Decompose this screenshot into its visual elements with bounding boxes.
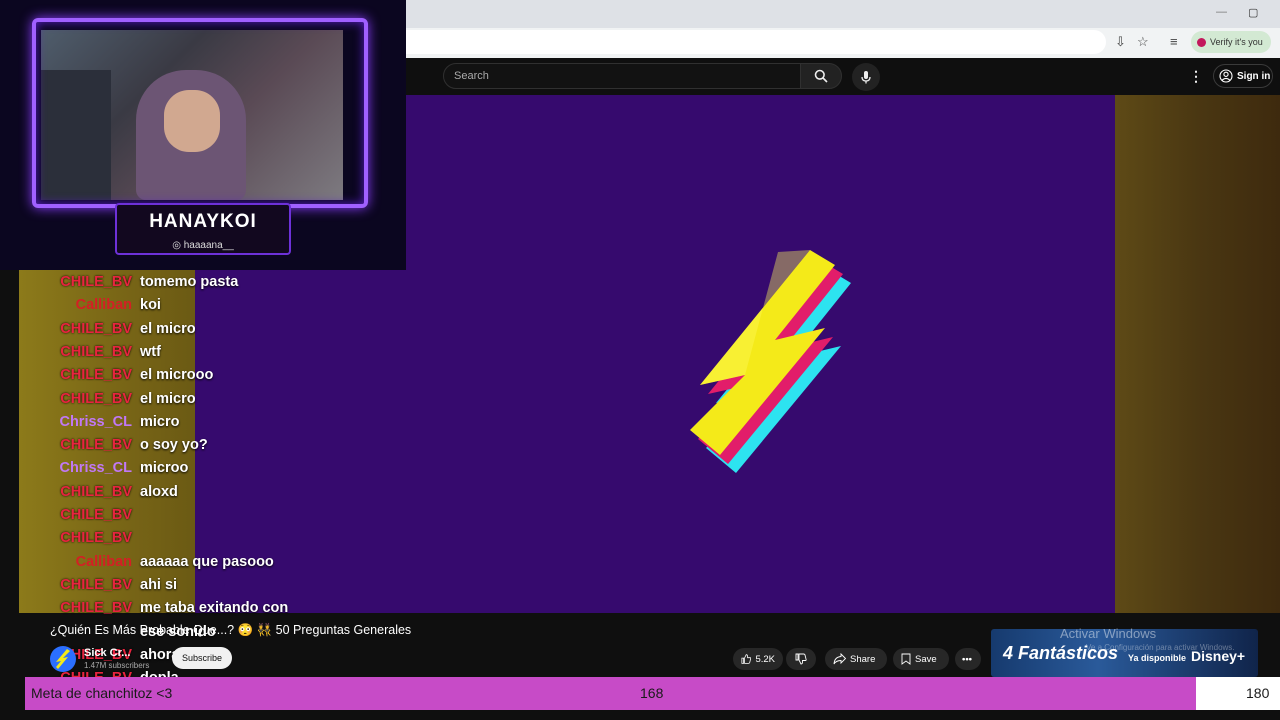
chat-text: el micro bbox=[140, 390, 196, 407]
more-actions-button[interactable]: ••• bbox=[955, 648, 981, 670]
chat-message: Chriss_CL microo bbox=[0, 460, 330, 480]
chat-text: ahi si bbox=[140, 576, 178, 593]
profile-icon bbox=[1197, 37, 1206, 47]
chat-message: CHILE_BV el micro bbox=[0, 391, 330, 411]
chat-username: CHILE_BV bbox=[60, 343, 132, 360]
chat-message: CHILE_BV me taba exitando con bbox=[0, 600, 330, 620]
search-icon bbox=[814, 69, 828, 83]
chat-text: aaaaaa que pasooo bbox=[140, 553, 274, 570]
chat-message: CHILE_BV tomemo pasta bbox=[0, 274, 330, 294]
address-bar[interactable] bbox=[406, 30, 1106, 54]
streamer-name: HANAYKOI bbox=[149, 211, 257, 232]
handle-text: haaaana__ bbox=[183, 240, 234, 251]
chat-text: koi bbox=[140, 297, 161, 314]
install-app-icon[interactable]: ⇩ bbox=[1115, 34, 1126, 50]
chat-username: CHILE_BV bbox=[60, 274, 132, 290]
secondary-video-preview bbox=[1115, 95, 1280, 613]
chat-username: CHILE_BV bbox=[60, 437, 132, 454]
chat-overlay: CHILE_BV tomemo pasta Calliban koi CHILE_BV e… bbox=[0, 270, 340, 680]
chat-text: el micro bbox=[140, 320, 196, 337]
windows-activation-watermark: Activar Windows bbox=[1060, 626, 1157, 641]
chat-username: CHILE_BV bbox=[60, 507, 132, 523]
account-icon bbox=[1219, 69, 1233, 83]
chat-username: CHILE_BV bbox=[60, 530, 132, 547]
thumbs-up-icon bbox=[741, 654, 752, 664]
goal-label: Meta de chanchitoz <3 bbox=[31, 685, 173, 701]
webcam-overlay: HANAYKOI ◎ haaaana__ bbox=[0, 0, 406, 270]
goal-target-value: 180 bbox=[1246, 685, 1270, 701]
share-label: Share bbox=[850, 653, 876, 665]
channel-logo-icon bbox=[56, 649, 70, 669]
browser-tab-strip bbox=[406, 0, 1280, 28]
maximize-icon[interactable]: ▢ bbox=[1248, 6, 1260, 19]
channel-avatar[interactable] bbox=[50, 646, 76, 672]
subscribe-button[interactable]: Subscribe bbox=[172, 647, 232, 669]
chat-message: CHILE_BV bbox=[0, 507, 330, 527]
more-options-icon[interactable]: ⋮ bbox=[1189, 68, 1203, 85]
chat-message: Chriss_CL micro bbox=[0, 414, 330, 434]
chat-text: wtf bbox=[140, 343, 161, 360]
video-title: ¿Quién Es Más Probable Que...? 😳 👯 50 Pr… bbox=[50, 623, 412, 637]
like-button[interactable]: 5.2K bbox=[733, 648, 783, 670]
chat-text: o soy yo? bbox=[140, 437, 208, 454]
chat-message: CHILE_BV el microoo bbox=[0, 367, 330, 387]
chat-username: Calliban bbox=[75, 297, 132, 314]
goal-current-value: 168 bbox=[640, 685, 664, 701]
sign-in-label: Sign in bbox=[1237, 70, 1271, 82]
player-controls-strip bbox=[0, 710, 1280, 720]
chat-text: tomemo pasta bbox=[140, 274, 239, 290]
chat-message: CHILE_BV wtf bbox=[0, 344, 330, 364]
chat-message: CHILE_BV aloxd bbox=[0, 484, 330, 504]
chat-message: Calliban aaaaaa que pasooo bbox=[0, 554, 330, 574]
chat-username: CHILE_BV bbox=[60, 390, 132, 407]
share-icon bbox=[833, 653, 846, 665]
ad-subtitle: Ya disponible bbox=[1128, 653, 1187, 663]
chat-message: CHILE_BV ahi si bbox=[0, 577, 330, 597]
microphone-icon bbox=[861, 71, 871, 84]
chat-text: me taba exitando con bbox=[140, 600, 289, 617]
bookmark-icon bbox=[901, 653, 911, 665]
channel-name[interactable]: Sick Cr... bbox=[84, 647, 130, 659]
bookmark-star-icon[interactable]: ☆ bbox=[1137, 34, 1149, 50]
chat-username: Chriss_CL bbox=[59, 460, 132, 477]
search-input[interactable]: Search bbox=[443, 63, 801, 89]
chat-username: CHILE_BV bbox=[60, 483, 132, 500]
chat-username: CHILE_BV bbox=[60, 367, 132, 384]
voice-search-button[interactable] bbox=[852, 63, 880, 91]
chat-message: Calliban koi bbox=[0, 297, 330, 317]
like-count: 5.2K bbox=[755, 653, 775, 665]
save-label: Save bbox=[915, 653, 937, 665]
media-controls-icon[interactable]: ≡ bbox=[1170, 34, 1178, 49]
dislike-button[interactable] bbox=[786, 648, 816, 670]
chat-text: el microoo bbox=[140, 367, 214, 384]
save-button[interactable]: Save bbox=[893, 648, 949, 670]
lightning-bolt-logo bbox=[690, 250, 851, 473]
share-button[interactable]: Share bbox=[825, 648, 887, 670]
chat-message: CHILE_BV o soy yo? bbox=[0, 437, 330, 457]
chat-username: CHILE_BV bbox=[60, 600, 132, 617]
goal-progress-fill bbox=[25, 677, 1197, 710]
minimize-icon[interactable]: — bbox=[1216, 6, 1228, 18]
chat-text: aloxd bbox=[140, 483, 178, 500]
chat-text: micro bbox=[140, 413, 180, 430]
chat-username: CHILE_BV bbox=[60, 320, 132, 337]
streamer-handle: ◎ haaaana__ bbox=[172, 240, 234, 251]
windows-activation-subtext: Ve a Configuración para activar Windows. bbox=[1086, 643, 1235, 652]
chat-text: microo bbox=[140, 460, 189, 477]
sign-in-button[interactable]: Sign in bbox=[1213, 64, 1273, 88]
verify-identity-button[interactable]: Verify it's you bbox=[1191, 31, 1271, 53]
search-button[interactable] bbox=[800, 63, 842, 89]
chat-username: Chriss_CL bbox=[59, 413, 132, 430]
chat-message: CHILE_BV el micro bbox=[0, 321, 330, 341]
ellipsis-icon: ••• bbox=[962, 653, 972, 665]
thumbs-down-icon bbox=[795, 653, 807, 665]
chat-username: CHILE_BV bbox=[60, 576, 132, 593]
subscriber-count: 1.47M subscribers bbox=[84, 661, 150, 670]
chat-username: Calliban bbox=[75, 553, 132, 570]
verify-label: Verify it's you bbox=[1210, 37, 1263, 47]
webcam-border bbox=[32, 18, 368, 208]
chat-message: CHILE_BV bbox=[0, 530, 330, 550]
